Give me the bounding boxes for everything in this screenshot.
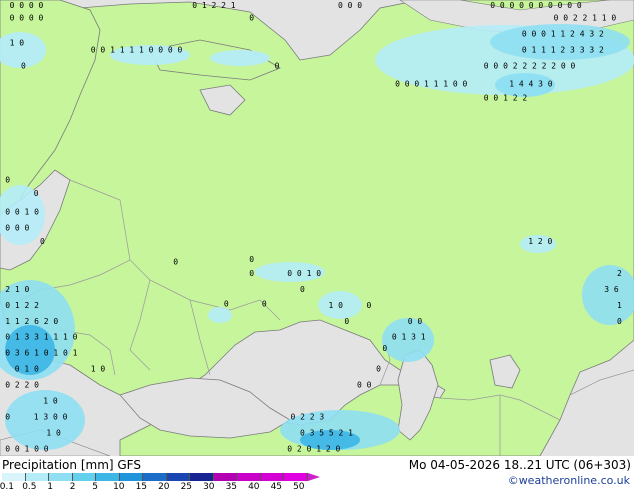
precip-value-label: 0 2 2 0: [5, 381, 39, 390]
precip-value-label: 0 3 5 5 2 1: [300, 429, 353, 438]
precip-value-label: 1 0: [329, 301, 344, 310]
color-scale-swatch: [72, 473, 96, 481]
precip-value-label: 0 0 1 1 1 1 0 0 0 0: [91, 45, 183, 54]
precip-value-label: 0: [5, 175, 10, 184]
precip-value-label: 1 1 2 6 2 0: [5, 317, 58, 326]
precip-value-label: 2: [617, 269, 622, 278]
precip-value-label: 0 0 0 0: [10, 1, 44, 10]
precip-value-label: 0 3 6 1 0 1 0 1: [5, 349, 77, 358]
map-title: Precipitation [mm] GFS: [2, 458, 141, 472]
precip-value-label: 0: [300, 285, 305, 294]
precip-value-label: 0: [249, 255, 254, 264]
precip-value-label: 0 0 0 1 1 1 0 0: [395, 80, 467, 89]
precip-value-label: 0: [21, 61, 26, 70]
precip-area: [208, 307, 232, 323]
color-scale-swatch: [166, 473, 190, 481]
color-scale-label: 35: [225, 482, 238, 492]
color-scale-label: 20: [158, 482, 170, 492]
precip-value-label: 0 0 0 1 1 2 4 3 2: [522, 30, 604, 39]
precip-value-label: 0 1 2 2: [5, 301, 39, 310]
precip-value-label: 0: [34, 189, 39, 198]
precipitation-map: 0 0 0 00 1 2 2 10 0 00 0 0 0 0 0 0 0 0 0…: [0, 0, 634, 456]
precip-value-label: 1 4 4 3 0: [509, 80, 553, 89]
precip-value-label: 1: [617, 301, 622, 310]
precip-value-label: 3 6: [604, 285, 619, 294]
color-scale-label: 40: [248, 482, 260, 492]
precip-value-label: 0 0 1 0: [5, 207, 39, 216]
precip-value-label: 0 0 1 2 2: [484, 93, 528, 102]
precip-value-label: 0: [367, 301, 372, 310]
color-scale-arrow: [307, 473, 320, 481]
precip-value-label: 0 1 2 2 1: [192, 1, 236, 10]
color-scale-swatch: [143, 473, 167, 481]
precip-value-label: 1 0: [10, 39, 25, 48]
precip-value-label: 0 2 2 3: [291, 413, 325, 422]
color-scale-swatch: [190, 473, 214, 481]
precip-value-label: 0 0 0 0 0 0 0 0 0 0: [490, 1, 582, 10]
precip-value-label: 0: [249, 269, 254, 278]
color-scale-swatch: [237, 473, 261, 481]
precip-value-label: 0 1 3 1: [392, 333, 426, 342]
precip-value-label: 0 0 0: [5, 223, 29, 232]
color-scale-label: 2: [69, 482, 76, 492]
color-scale: [2, 473, 320, 481]
precip-value-label: 0 1 1 1 2 3 3 3 2: [522, 45, 604, 54]
color-scale-label: 50: [293, 482, 305, 492]
precip-value-label: 1 0: [46, 429, 61, 438]
precip-value-label: 0 0: [408, 317, 423, 326]
precip-value-label: 2 1 0: [5, 285, 29, 294]
precip-value-label: 0: [262, 299, 267, 308]
precip-value-label: 0: [40, 237, 45, 246]
precip-value-label: 0 0 0 0: [10, 14, 44, 23]
precip-value-label: 1 3 0 0: [34, 413, 68, 422]
precip-value-label: 0 0 0 2 2 2 2 2 0 0: [484, 61, 576, 70]
color-scale-labels: 0.1 0.5 1 2 5 10 15 20 25 30 35 40 45 50: [0, 482, 330, 492]
precip-value-label: 1 0: [91, 365, 106, 374]
color-scale-label: 0.5: [22, 482, 37, 492]
color-scale-label: 5: [92, 482, 99, 492]
precip-value-label: 1 0: [43, 397, 58, 406]
color-scale-label: 30: [203, 482, 215, 492]
color-scale-label: 10: [113, 482, 125, 492]
precip-value-label: 0 0 2 2 1 1 0: [554, 14, 617, 23]
precip-value-label: 0: [617, 317, 622, 326]
precip-value-label: 0: [344, 317, 349, 326]
credit-text: ©weatheronline.co.uk: [507, 474, 630, 487]
precip-value-label: 0 0 1 0: [287, 269, 321, 278]
precip-value-label: 0: [376, 365, 381, 374]
color-scale-label: 1: [47, 482, 54, 492]
map-footer: Precipitation [mm] GFS Mo 04-05-2026 18.…: [0, 456, 634, 492]
color-scale-swatch: [96, 473, 120, 481]
precip-value-label: 0 2 0 1 2 0: [287, 444, 340, 453]
precip-value-label: 0 0: [357, 381, 372, 390]
precip-area: [210, 50, 270, 66]
color-scale-label: 0.1: [0, 482, 15, 492]
precip-value-label: 0: [275, 61, 280, 70]
color-scale-swatch: [119, 473, 143, 481]
color-scale-label: 15: [135, 482, 148, 492]
precip-value-label: 0 0 1 0 0: [5, 444, 49, 453]
precip-value-label: 0: [173, 258, 178, 267]
color-scale-swatch: [49, 473, 73, 481]
precip-value-label: 1 2 0: [528, 237, 552, 246]
precip-value-label: 0: [382, 344, 387, 353]
color-scale-swatch: [260, 473, 284, 481]
precip-value-label: 0 0 0: [338, 1, 362, 10]
precip-value-label: 0: [224, 299, 229, 308]
precip-value-label: 0 1 0: [15, 365, 39, 374]
precip-value-label: 0: [249, 14, 254, 23]
precip-value-label: 0: [5, 413, 10, 422]
color-scale-swatch: [213, 473, 237, 481]
precip-value-label: 0 1 3 3 1 1 1 0: [5, 333, 77, 342]
color-scale-swatch: [284, 473, 308, 481]
color-scale-label: 25: [180, 482, 193, 492]
valid-time: Mo 04-05-2026 18..21 UTC (06+303): [408, 458, 631, 472]
color-scale-swatch: [2, 473, 26, 481]
color-scale-label: 45: [270, 482, 283, 492]
color-scale-swatch: [25, 473, 49, 481]
